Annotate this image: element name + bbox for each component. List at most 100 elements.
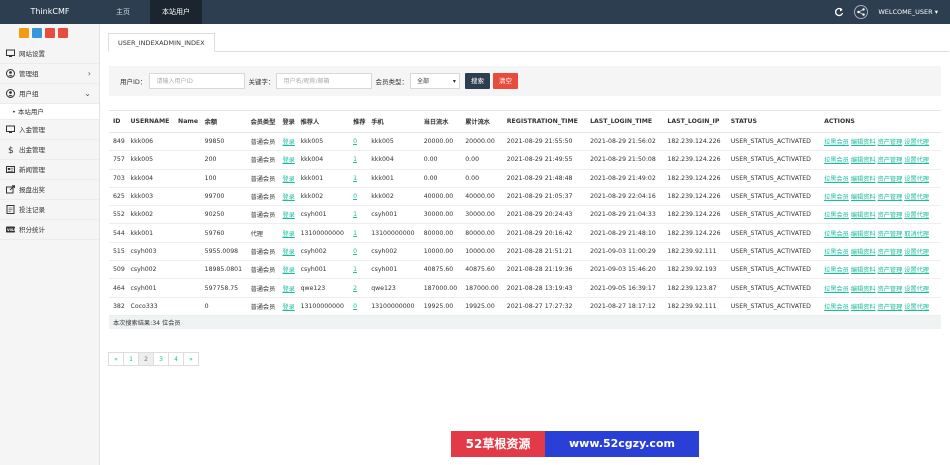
action-link[interactable]: 设置代理 [904,249,929,256]
sidebar-item-news[interactable]: 新闻管理 [0,160,99,180]
action-link[interactable]: 编辑资料 [851,304,876,311]
action-link[interactable]: 拉黑会员 [824,194,849,201]
login-link[interactable]: 登录 [278,132,297,152]
table-footer-row: 本次搜索结果:34 位会员 [109,315,941,330]
pager-next[interactable]: » [183,352,199,366]
login-link[interactable]: 登录 [278,223,297,243]
tool-a-button[interactable] [19,28,29,38]
login-link[interactable]: 登录 [278,278,297,298]
table-row: 552 kkk002 90250 普通会员 登录 csyh001 1 csyh001 30000… [109,205,941,225]
referral-count-link[interactable]: 0 [349,187,368,207]
login-link[interactable]: 登录 [278,260,297,280]
nav-home[interactable]: 主页 [104,0,142,24]
chevron-down-icon: ⌄ [84,89,91,98]
referral-count-link[interactable]: 1 [349,260,368,280]
action-link[interactable]: 编辑资料 [851,267,876,274]
action-link[interactable]: 资产管理 [878,267,903,274]
sidebar-item-site-settings[interactable]: 网站设置 [0,44,99,64]
action-link[interactable]: 资产管理 [878,286,903,293]
avatar[interactable] [854,5,869,19]
pager-page[interactable]: 3 [153,352,169,366]
referral-count-link[interactable]: 2 [349,278,368,298]
action-link[interactable]: 设置代理 [904,157,929,164]
column-header: REGISTRATION_TIME [502,110,587,133]
nav-users[interactable]: 本站用户 [150,0,202,24]
login-link[interactable]: 登录 [278,150,297,170]
sidebar-item-deposit[interactable]: 入金管理 [0,120,99,140]
action-link[interactable]: 拉黑会员 [824,139,849,146]
action-link[interactable]: 设置代理 [904,286,929,293]
referral-count-link[interactable]: 1 [349,223,368,243]
action-link[interactable]: 拉黑会员 [824,249,849,256]
action-link[interactable]: 设置代理 [904,139,929,146]
action-link[interactable]: 资产管理 [878,157,903,164]
sidebar-item-points[interactable]: VISA 积分统计 [0,220,99,240]
uid-input[interactable]: 请输入用户ID [149,73,246,89]
sidebar-item-bets[interactable]: 投注记录 [0,200,99,220]
table-cell: 40000.00 [461,187,503,207]
action-link[interactable]: 拉黑会员 [824,231,849,238]
login-link[interactable]: 登录 [278,297,297,316]
action-link[interactable]: 资产管理 [878,176,903,183]
action-link[interactable]: 资产管理 [878,194,903,201]
action-link[interactable]: 编辑资料 [851,139,876,146]
action-link[interactable]: 设置代理 [904,176,929,183]
action-link[interactable]: 拉黑会员 [824,267,849,274]
action-link[interactable]: 拉黑会员 [824,212,849,219]
login-link[interactable]: 登录 [278,187,297,207]
keyword-input[interactable]: 用户名/昵称/邮箱 [276,73,373,89]
tool-b-button[interactable] [32,28,42,38]
pager-page[interactable]: 2 [138,352,154,366]
tab-user-index[interactable]: USER_INDEXADMIN_INDEX [108,33,215,52]
tool-c-button[interactable] [45,28,55,38]
clear-button[interactable]: 清空 [492,73,518,89]
search-button[interactable]: 搜索 [464,73,490,89]
referral-count-link[interactable]: 1 [349,150,368,170]
sidebar-item-label: 报盘出奖 [19,185,45,194]
action-link[interactable]: 拉黑会员 [824,286,849,293]
action-link[interactable]: 设置代理 [904,267,929,274]
brand-logo[interactable]: ThinkCMF [0,0,100,24]
action-link[interactable]: 编辑资料 [851,249,876,256]
action-link[interactable]: 取消代理 [904,231,929,238]
sidebar-subitem-site-users[interactable]: • 本站用户 [0,104,99,120]
action-link[interactable]: 资产管理 [878,249,903,256]
referral-count-link[interactable]: 0 [349,242,368,262]
action-link[interactable]: 设置代理 [904,194,929,201]
sidebar-item-user-group[interactable]: 用户组 ⌄ [0,84,99,104]
action-link[interactable]: 编辑资料 [851,176,876,183]
referral-count-link[interactable]: 0 [349,132,368,152]
login-link[interactable]: 登录 [278,205,297,225]
refresh-icon[interactable] [834,7,844,17]
action-link[interactable]: 编辑资料 [851,212,876,219]
action-link[interactable]: 资产管理 [878,304,903,311]
referral-count-link[interactable]: 1 [349,205,368,225]
action-link[interactable]: 拉黑会员 [824,157,849,164]
pager-page[interactable]: 4 [168,352,184,366]
sidebar-item-withdraw[interactable]: $ 出金管理 [0,140,99,160]
sidebar-item-admin-group[interactable]: 管理组 › [0,64,99,84]
welcome-user-menu[interactable]: WELCOME_USER ▾ [878,8,938,16]
action-link[interactable]: 编辑资料 [851,286,876,293]
sidebar-item-report[interactable]: 报盘出奖 [0,180,99,200]
referral-count-link[interactable]: 0 [349,297,368,316]
table-cell: 703 [109,169,127,188]
action-link[interactable]: 编辑资料 [851,194,876,201]
referral-count-link[interactable]: 1 [349,169,368,188]
pager-page[interactable]: 1 [123,352,139,366]
login-link[interactable]: 登录 [278,169,297,188]
member-type-select[interactable]: 全部 ▾ [409,73,460,89]
action-link[interactable]: 资产管理 [878,139,903,146]
action-link[interactable]: 资产管理 [878,212,903,219]
action-link[interactable]: 资产管理 [878,231,903,238]
table-cell [174,278,201,298]
pager-prev[interactable]: « [108,352,124,366]
action-link[interactable]: 编辑资料 [851,231,876,238]
action-link[interactable]: 设置代理 [904,212,929,219]
action-link[interactable]: 编辑资料 [851,157,876,164]
login-link[interactable]: 登录 [278,242,297,262]
action-link[interactable]: 拉黑会员 [824,304,849,311]
action-link[interactable]: 拉黑会员 [824,176,849,183]
tool-d-button[interactable] [58,28,68,38]
action-link[interactable]: 设置代理 [904,304,929,311]
